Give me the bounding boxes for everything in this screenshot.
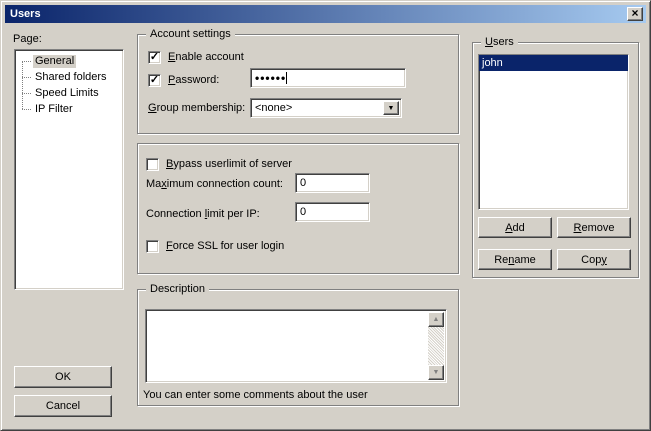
cancel-button[interactable]: Cancel — [14, 395, 112, 417]
users-dialog: Users × Page: General Shared folders Spe… — [0, 0, 651, 431]
account-settings-title: Account settings — [146, 28, 235, 41]
titlebar[interactable]: Users × — [5, 5, 646, 23]
rename-button[interactable]: Rename — [478, 249, 552, 270]
password-value: •••••• — [255, 72, 286, 84]
description-scrollbar[interactable]: ▲ ▼ — [428, 312, 444, 380]
group-membership-select[interactable]: <none> ▼ — [250, 98, 402, 118]
scroll-down-button[interactable]: ▼ — [428, 365, 444, 380]
password-row: ✓ Password: — [148, 74, 219, 87]
limits-group: Bypass userlimit of server Maximum conne… — [137, 143, 459, 274]
tree-connector — [22, 61, 31, 62]
group-membership-value: <none> — [255, 102, 292, 114]
check-icon: ✓ — [150, 52, 159, 63]
window-title: Users — [5, 8, 41, 20]
account-settings-group: Account settings ✓ Enable account ✓ Pass… — [137, 34, 459, 134]
copy-button-label: Copy — [581, 254, 607, 266]
tree-connector — [22, 93, 31, 94]
add-button-label: Add — [505, 222, 525, 234]
bypass-userlimit-checkbox[interactable] — [146, 158, 159, 171]
users-group: Users john Add Remove Rename Copy — [472, 42, 639, 278]
scroll-up-button[interactable]: ▲ — [428, 312, 444, 327]
enable-account-label: Enable account — [168, 51, 244, 64]
add-button[interactable]: Add — [478, 217, 552, 238]
connection-per-ip-label: Connection limit per IP: — [146, 208, 260, 221]
tree-item-general[interactable]: General — [15, 53, 123, 69]
user-list-item[interactable]: john — [479, 55, 628, 71]
bypass-userlimit-label: Bypass userlimit of server — [166, 158, 292, 171]
password-checkbox[interactable]: ✓ — [148, 74, 161, 87]
description-group: Description ▲ ▼ You can enter some comme… — [137, 289, 459, 406]
close-icon: × — [631, 7, 638, 19]
force-ssl-row: Force SSL for user login — [146, 240, 284, 253]
dropdown-button[interactable]: ▼ — [383, 101, 399, 115]
connection-per-ip-input[interactable] — [295, 202, 370, 222]
users-listbox[interactable]: john — [478, 54, 629, 210]
password-input[interactable]: •••••• — [250, 68, 406, 88]
rename-button-label: Rename — [494, 254, 536, 266]
copy-button[interactable]: Copy — [557, 249, 631, 270]
tree-item-shared-folders[interactable]: Shared folders — [15, 69, 123, 85]
description-title: Description — [146, 283, 209, 296]
description-hint: You can enter some comments about the us… — [143, 389, 368, 402]
users-group-title: Users — [481, 36, 518, 49]
page-label: Page: — [13, 33, 42, 46]
password-label: Password: — [168, 74, 219, 87]
tree-connector — [22, 109, 31, 110]
ok-button[interactable]: OK — [14, 366, 112, 388]
chevron-down-icon: ▼ — [433, 369, 440, 376]
remove-button-label: Remove — [574, 222, 615, 234]
remove-button[interactable]: Remove — [557, 217, 631, 238]
tree-connector — [22, 77, 31, 78]
force-ssl-label: Force SSL for user login — [166, 240, 284, 253]
description-textarea[interactable]: ▲ ▼ — [145, 309, 447, 383]
max-connection-input[interactable] — [295, 173, 370, 193]
page-tree[interactable]: General Shared folders Speed Limits IP F… — [14, 49, 124, 290]
close-button[interactable]: × — [627, 7, 643, 21]
tree-lines — [22, 61, 23, 109]
chevron-up-icon: ▲ — [433, 316, 440, 323]
max-connection-label: Maximum connection count: — [146, 178, 283, 191]
tree-item-speed-limits[interactable]: Speed Limits — [15, 85, 123, 101]
tree-item-ip-filter[interactable]: IP Filter — [15, 101, 123, 117]
enable-account-row: ✓ Enable account — [148, 51, 244, 64]
enable-account-checkbox[interactable]: ✓ — [148, 51, 161, 64]
chevron-down-icon: ▼ — [388, 105, 395, 112]
check-icon: ✓ — [150, 75, 159, 86]
text-caret — [286, 72, 287, 84]
bypass-userlimit-row: Bypass userlimit of server — [146, 158, 292, 171]
group-membership-label: Group membership: — [148, 102, 245, 115]
force-ssl-checkbox[interactable] — [146, 240, 159, 253]
